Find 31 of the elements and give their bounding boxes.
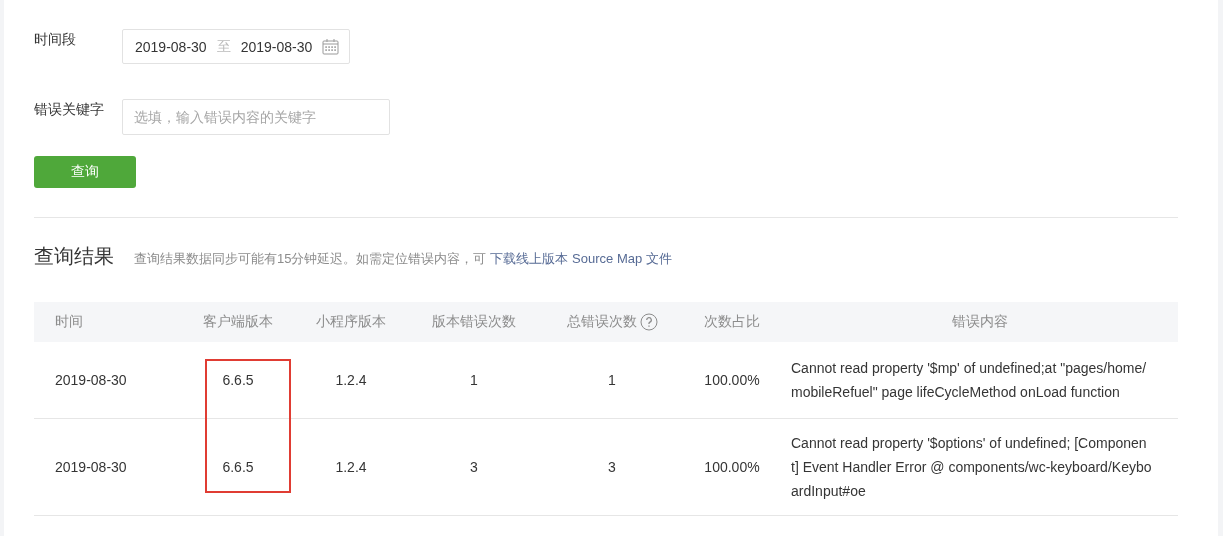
table-cell-text: Cannot read property '$options' of undefined; [Component] Event Handler Error @ components/wc-keyboard/KeyboardInput#oe — [791, 434, 1153, 501]
column-header: 错误内容 — [952, 313, 1008, 331]
table-cell-text: Cannot read property '$mp' of undefined;at "pages/home/mobileRefuel" page lifeCycleMethod onLoad function — [791, 359, 1148, 402]
calendar-icon — [322, 38, 340, 55]
date-range-field[interactable]: 2019-08-30 至 2019-08-30 — [122, 29, 351, 64]
column-header: 次数占比 — [704, 313, 760, 331]
table-cell-text: 6.6.5 — [222, 371, 254, 390]
field-label: 时间段 — [34, 30, 77, 49]
field-label: 错误关键字 — [34, 100, 105, 119]
table-cell-text: 1 — [608, 371, 616, 390]
table-cell-text: 3 — [608, 458, 616, 477]
column-header: 总错误次数 — [566, 313, 637, 331]
column-header: 版本错误次数 — [432, 313, 516, 331]
column-header: 小程序版本 — [316, 313, 386, 331]
column-header: 客户端版本 — [203, 313, 273, 331]
table-cell-text: 100.00% — [704, 458, 760, 477]
results-note: 查询结果数据同步可能有15分钟延迟。如需定位错误内容，可 下载线上版本 Source Map 文件 — [134, 250, 672, 268]
query-button[interactable]: 查询 — [34, 156, 136, 188]
column-header: 时间 — [55, 313, 83, 331]
source-map-link[interactable]: 下载线上版本 Source Map 文件 — [490, 251, 672, 266]
table-cell-text: 2019-08-30 — [55, 371, 127, 390]
table-cell-text: 1.2.4 — [335, 458, 367, 477]
table-cell-text: 2019-08-30 — [55, 458, 127, 477]
keyword-input[interactable]: 选填，输入错误内容的关键字 — [122, 99, 390, 135]
table-cell-text: 6.6.5 — [222, 458, 254, 477]
section-title: 查询结果 — [34, 244, 114, 269]
table-cell-text: 1.2.4 — [335, 371, 367, 390]
table-cell-text: 3 — [470, 458, 478, 477]
table-cell-text: 1 — [470, 371, 478, 390]
table-cell-text: 100.00% — [704, 371, 760, 390]
help-icon[interactable] — [639, 313, 658, 331]
